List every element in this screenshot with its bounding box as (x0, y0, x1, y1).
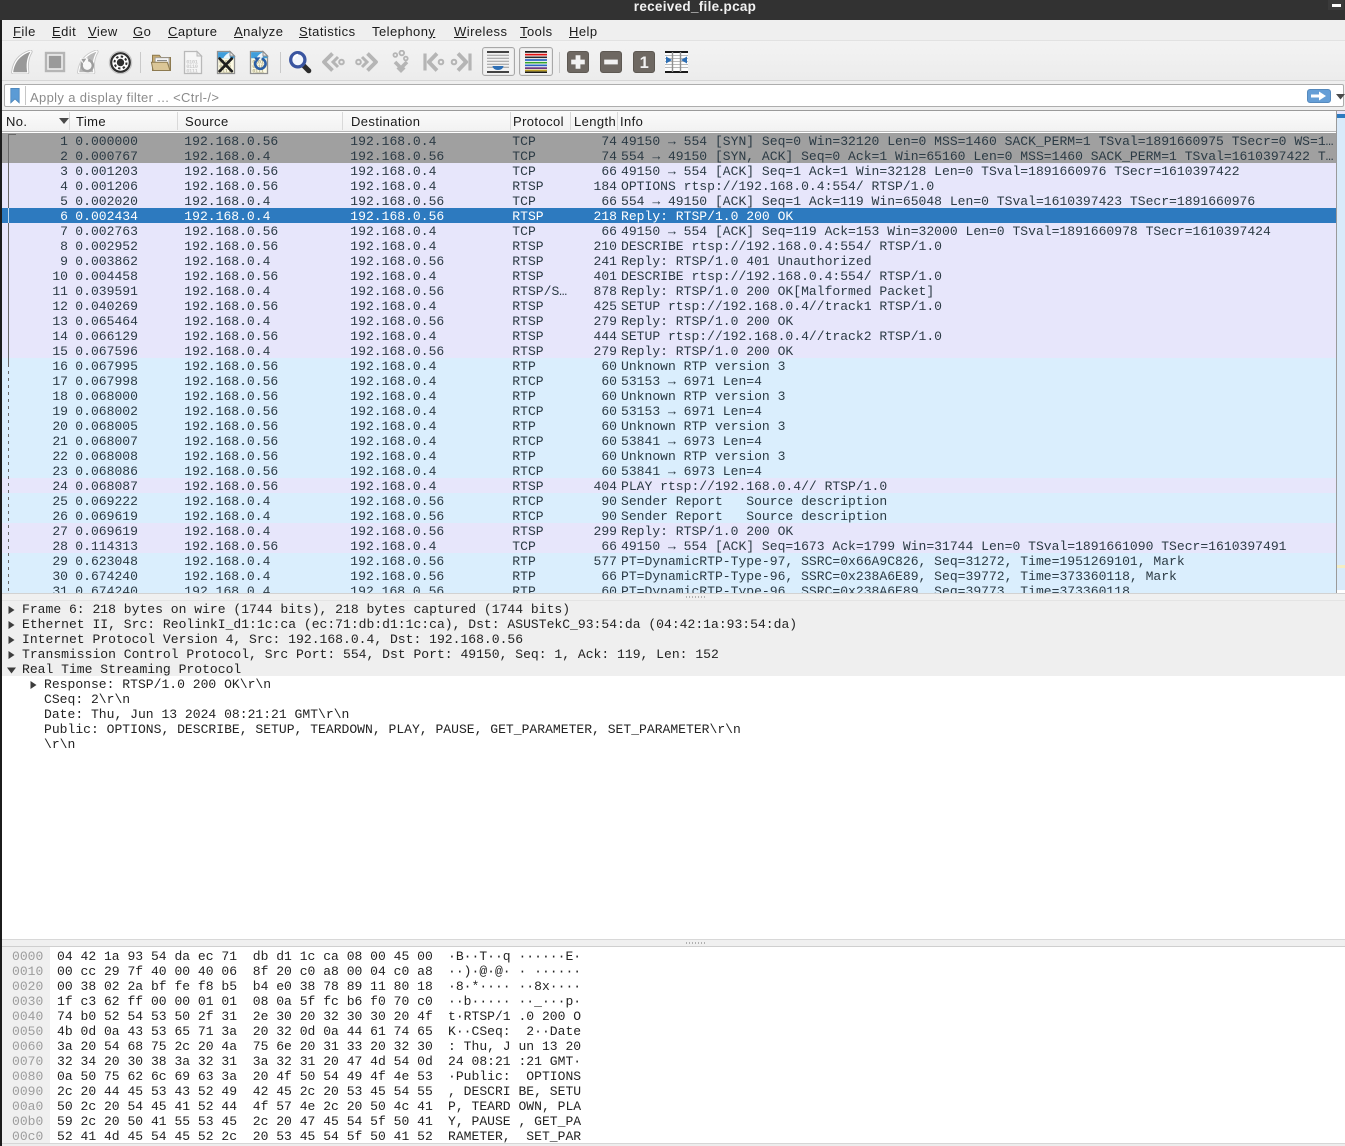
svg-text:0111: 0111 (186, 69, 198, 75)
svg-text:1: 1 (640, 54, 649, 72)
